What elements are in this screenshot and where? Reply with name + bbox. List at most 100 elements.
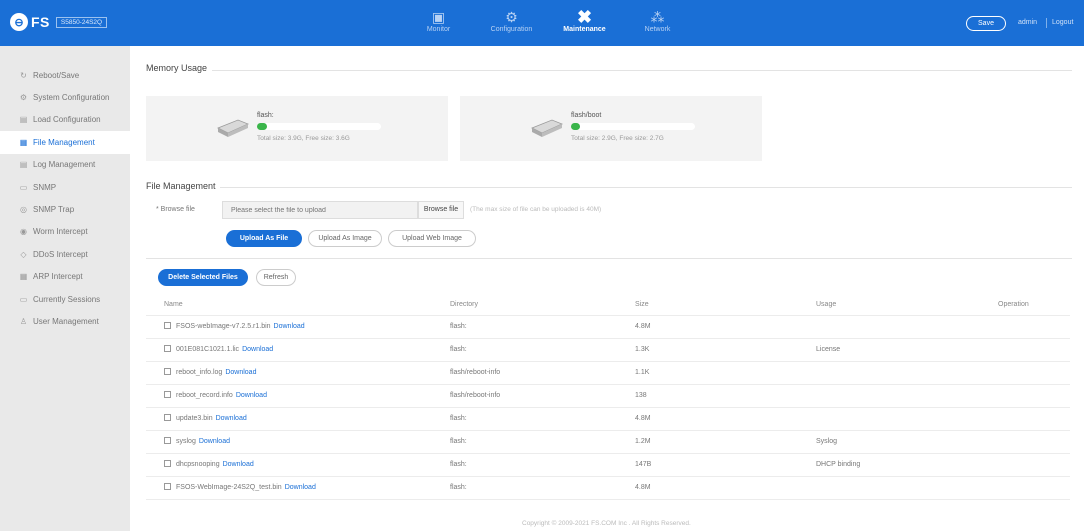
memory-usage-bar [257,123,381,130]
sidebar-item-label: Load Configuration [33,115,101,125]
sidebar-item-log-management[interactable]: ▤ Log Management [0,154,130,176]
user-name[interactable]: admin [1018,19,1037,26]
row-checkbox[interactable] [164,345,171,352]
table-row: 001E081C1021.1.lic Download flash: 1.3K L… [146,339,1070,362]
row-checkbox[interactable] [164,483,171,490]
column-header-usage[interactable]: Usage [816,294,836,316]
nav-network[interactable]: ⁂ Network [621,0,694,46]
directory-cell: flash/reboot-info [450,392,501,399]
sidebar: ↻ Reboot/Save ⚙ System Configuration ▤ Load… [0,46,131,531]
sidebar-item-file-management[interactable]: ▦ File Management [0,131,131,154]
save-button[interactable]: Save [966,16,1006,31]
file-name: reboot_record.info [176,392,233,399]
download-link[interactable]: Download [242,346,273,353]
sidebar-item-label: SNMP [33,182,57,192]
sidebar-item-load-configuration[interactable]: ▤ Load Configuration [0,109,130,131]
download-link[interactable]: Download [274,323,305,330]
sidebar-item-currently-sessions[interactable]: ▭ Currently Sessions [0,288,130,310]
column-header-directory[interactable]: Directory [450,294,478,316]
directory-cell: flash: [450,461,467,468]
fs-logo-icon: ⊖ [10,13,28,31]
column-header-size[interactable]: Size [635,294,649,316]
nav-maintenance[interactable]: ✖ Maintenance [548,0,621,46]
memory-card-flash-boot: flash/boot Total size: 2.9G, Free size: … [460,96,762,161]
browse-file-label: * Browse file [156,206,195,213]
upload-as-file-button[interactable]: Upload As File [226,230,302,247]
delete-selected-files-button[interactable]: Delete Selected Files [158,269,248,286]
nav-label: Monitor [426,26,451,33]
table-row: FSOS-WebImage-24S2Q_test.bin Download fla… [146,477,1070,500]
size-cell: 1.2M [635,438,651,445]
sidebar-item-label: SNMP Trap [33,205,75,215]
download-link[interactable]: Download [223,461,254,468]
sidebar-item-label: Currently Sessions [33,294,101,304]
brand[interactable]: ⊖ FS S5850-24S2Q [10,13,108,31]
table-row: dhcpsnooping Download flash: 147B DHCP bi… [146,454,1070,477]
sidebar-item-arp-intercept[interactable]: ▦ ARP Intercept [0,266,130,288]
drive-icon [217,119,250,137]
drive-icon [531,119,564,137]
row-checkbox[interactable] [164,322,171,329]
size-cell: 4.8M [635,415,651,422]
sidebar-item-snmp-trap[interactable]: ◎ SNMP Trap [0,198,130,220]
sidebar-item-user-management[interactable]: ♙ User Management [0,310,130,332]
nav-configuration[interactable]: ⚙ Configuration [475,0,548,46]
upload-web-image-button[interactable]: Upload Web Image [388,230,476,247]
usage-cell: License [816,346,841,353]
download-link[interactable]: Download [216,415,247,422]
file-name-cell: reboot_info.log Download [164,362,256,384]
table-row: syslog Download flash: 1.2M Syslog [146,431,1070,454]
sidebar-item-system-configuration[interactable]: ⚙ System Configuration [0,86,130,108]
nav-monitor[interactable]: ▣ Monitor [402,0,475,46]
directory-cell: flash: [450,415,467,422]
sidebar-item-label: Log Management [33,160,96,170]
memory-name: flash: [257,112,274,119]
download-link[interactable]: Download [236,392,267,399]
file-name-cell: FSOS-WebImage-24S2Q_test.bin Download [164,477,316,499]
sidebar-item-reboot-save[interactable]: ↻ Reboot/Save [0,64,130,86]
file-name-cell: update3.bin Download [164,408,247,430]
monitor-icon: ▣ [431,9,446,25]
file-name-cell: syslog Download [164,431,230,453]
file-name: reboot_info.log [176,369,223,376]
directory-cell: flash: [450,346,467,353]
table-row: update3.bin Download flash: 4.8M [146,408,1070,431]
sidebar-item-snmp[interactable]: ▭ SNMP [0,176,130,198]
file-path-input[interactable] [222,201,418,219]
sidebar-item-label: System Configuration [33,93,110,103]
arp-icon: ▦ [19,272,28,282]
size-cell: 1.3K [635,346,650,353]
browse-file-button[interactable]: Browse file [418,201,464,219]
row-checkbox[interactable] [164,437,171,444]
column-header-name[interactable]: Name [164,294,183,316]
main-nav: ▣ Monitor ⚙ Configuration ✖ Maintenance … [402,0,694,46]
download-link[interactable]: Download [285,484,316,491]
directory-cell: flash: [450,484,467,491]
reboot-icon: ↻ [20,70,27,80]
main-content: Memory Usage flash: Total size: 3.9G, Fr… [130,46,1084,531]
sidebar-item-ddos-intercept[interactable]: ◇ DDoS Intercept [0,243,130,265]
log-icon: ▤ [19,160,28,170]
table-header: Name Directory Size Usage Operation [146,294,1070,316]
file-name-cell: 001E081C1021.1.lic Download [164,339,273,361]
sidebar-item-worm-intercept[interactable]: ◉ Worm Intercept [0,221,130,243]
memory-usage-title: Memory Usage [146,63,208,73]
size-cell: 1.1K [635,369,650,376]
upload-as-image-button[interactable]: Upload As Image [308,230,382,247]
sidebar-item-label: ARP Intercept [33,272,83,282]
divider [220,187,1072,188]
refresh-button[interactable]: Refresh [256,269,296,286]
memory-usage-fill [257,123,267,130]
memory-card-flash: flash: Total size: 3.9G, Free size: 3.6G [146,96,448,161]
download-link[interactable]: Download [225,369,256,376]
logout-link[interactable]: Logout [1052,19,1073,26]
row-checkbox[interactable] [164,391,171,398]
directory-cell: flash: [450,438,467,445]
upload-size-hint: (The max size of file can be uploaded is… [470,206,602,213]
network-icon: ⁂ [650,9,665,25]
row-checkbox[interactable] [164,460,171,467]
table-row: FSOS-webImage-v7.2.5.r1.bin Download flas… [146,316,1070,339]
download-link[interactable]: Download [199,438,230,445]
row-checkbox[interactable] [164,368,171,375]
row-checkbox[interactable] [164,414,171,421]
